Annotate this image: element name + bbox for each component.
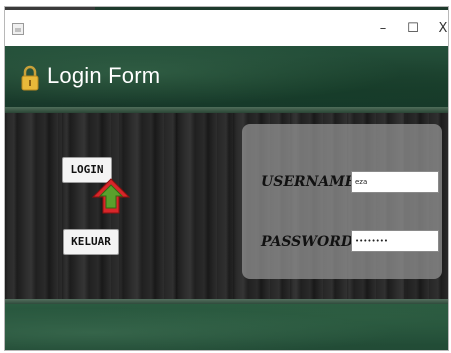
pointer-arrow-icon xyxy=(91,178,131,214)
username-label: USERNAME xyxy=(261,174,356,190)
close-button[interactable]: X xyxy=(430,18,448,40)
app-window: – ☐ X Login Form LOGIN KELUAR USERNAME e… xyxy=(4,6,449,351)
header-banner: Login Form xyxy=(5,46,448,111)
app-icon xyxy=(12,23,24,35)
username-input[interactable]: eza xyxy=(351,171,439,193)
exit-button[interactable]: KELUAR xyxy=(63,229,119,255)
lock-icon xyxy=(21,65,39,91)
minimize-button[interactable]: – xyxy=(370,18,396,40)
password-input[interactable]: •••••••• xyxy=(351,230,439,252)
footer-banner xyxy=(5,304,448,350)
credentials-panel xyxy=(242,124,442,279)
password-label: PASSWORD xyxy=(261,234,353,250)
maximize-button[interactable]: ☐ xyxy=(400,18,426,40)
title-bar: – ☐ X xyxy=(5,10,448,46)
form-title: Login Form xyxy=(47,63,161,88)
